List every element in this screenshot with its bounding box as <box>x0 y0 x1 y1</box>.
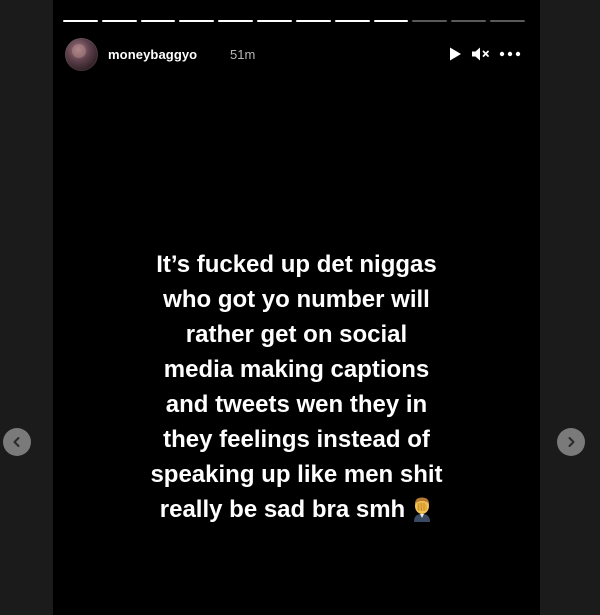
man-facepalming-emoji <box>414 497 431 522</box>
more-options-button[interactable] <box>497 44 523 64</box>
post-time: 51m <box>230 47 256 62</box>
progress-segment <box>63 20 98 22</box>
more-options-icon <box>499 51 521 57</box>
story-controls <box>445 44 523 64</box>
chevron-right-icon <box>568 437 575 447</box>
progress-segment <box>334 20 370 22</box>
play-icon <box>450 47 461 61</box>
story-text: It’s fucked up det niggas who got yo num… <box>73 247 520 527</box>
progress-segment <box>451 20 487 22</box>
next-story-button[interactable] <box>557 428 585 456</box>
story-header: moneybaggyo 51m <box>65 38 525 74</box>
progress-segment <box>101 20 137 22</box>
progress-segment <box>490 20 525 22</box>
play-button[interactable] <box>445 44 465 64</box>
previous-story-button[interactable] <box>3 428 31 456</box>
story-progress-bar <box>63 20 525 22</box>
muted-speaker-icon <box>472 47 489 61</box>
username[interactable]: moneybaggyo <box>108 47 197 62</box>
story-viewer: moneybaggyo 51m It’s fucked up det nigga… <box>0 0 600 615</box>
chevron-left-icon <box>13 437 20 447</box>
story-card[interactable]: moneybaggyo 51m It’s fucked up det nigga… <box>53 0 540 615</box>
progress-segment <box>140 20 176 22</box>
progress-segment <box>373 20 409 22</box>
progress-segment <box>218 20 254 22</box>
mute-button[interactable] <box>471 44 491 64</box>
progress-segment <box>257 20 292 22</box>
story-text-body: It’s fucked up det niggas who got yo num… <box>150 251 443 523</box>
progress-segment <box>179 20 215 22</box>
progress-segment <box>295 20 331 22</box>
avatar[interactable] <box>65 38 98 71</box>
progress-segment <box>412 20 448 22</box>
